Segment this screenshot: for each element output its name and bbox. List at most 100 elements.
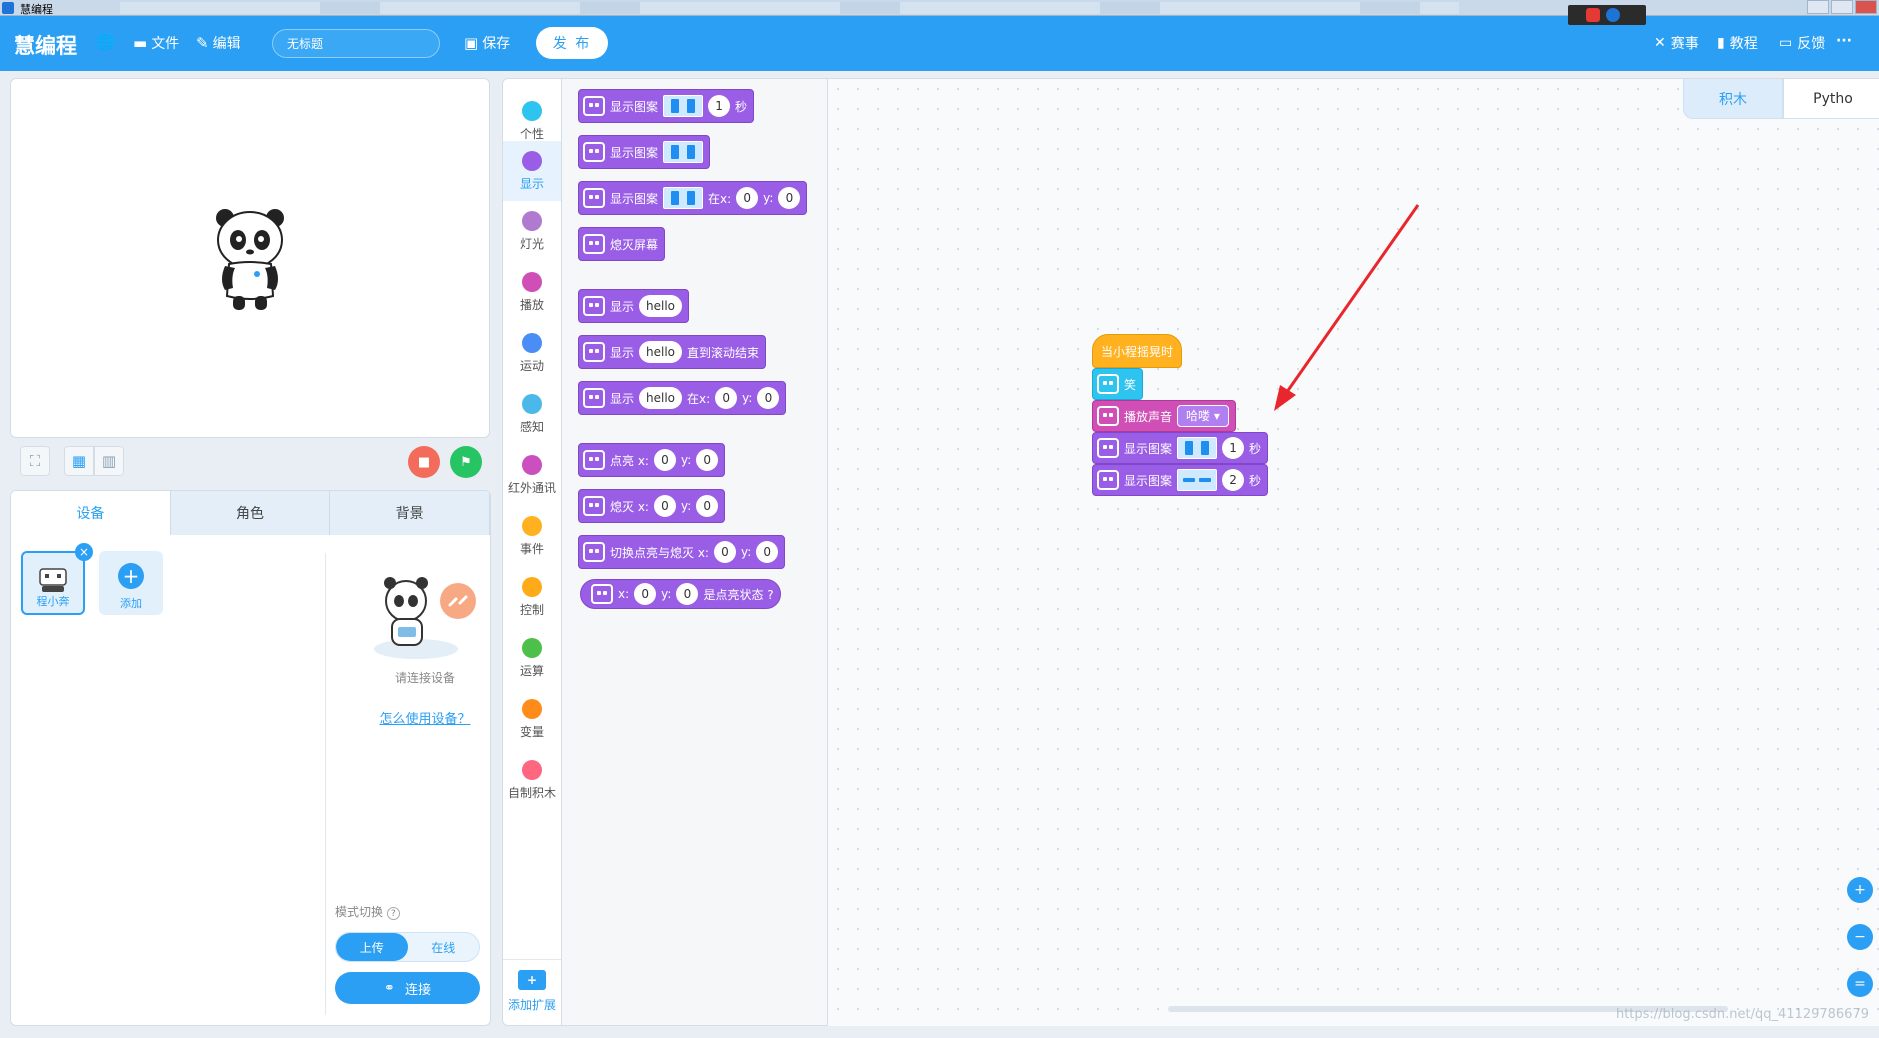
category-dot — [522, 332, 542, 353]
tab-backgrounds[interactable]: 背景 — [330, 491, 490, 535]
zoom-in-icon: + — [1854, 882, 1866, 898]
block-face-smile[interactable]: 笑 — [1092, 368, 1144, 400]
block-show-text-at[interactable]: 显示 hello 在x: 0 y: 0 — [578, 381, 787, 415]
category-variables[interactable]: 变量 — [503, 689, 561, 749]
category-control[interactable]: 控制 — [503, 567, 561, 627]
block-show-image-seconds-1[interactable]: 显示图案 1 秒 — [1092, 432, 1269, 464]
block-pixel-is-lit[interactable]: x: 0 y: 0 是点亮状态 ? — [580, 579, 781, 609]
tab-sprites[interactable]: 角色 — [171, 491, 331, 535]
category-events[interactable]: 事件 — [503, 506, 561, 566]
maximize-button[interactable] — [1831, 0, 1853, 14]
robot-icon — [1097, 438, 1119, 458]
block-show-image[interactable]: 显示图案 — [578, 135, 711, 169]
zoom-reset-button[interactable]: = — [1847, 971, 1873, 997]
add-device-button[interactable]: + 添加 — [99, 551, 163, 615]
led-pattern[interactable] — [663, 187, 704, 209]
small-stage-button[interactable]: ▥ — [94, 446, 124, 476]
ime-toolbar[interactable] — [1568, 5, 1646, 25]
folder-icon: ▬ — [133, 34, 148, 52]
globe-icon: 🌐 — [96, 33, 115, 51]
contest-icon: ✕ — [1654, 35, 1666, 51]
stage-canvas[interactable] — [10, 78, 490, 438]
feedback-link[interactable]: ▭ 反馈 — [1779, 33, 1825, 53]
block-categories: 个性 显示 灯光 播放 运动 感知 红外通讯 事件 控制 运算 变量 自制积木 … — [502, 78, 562, 1026]
close-window-button[interactable] — [1855, 0, 1877, 14]
category-dot — [522, 576, 542, 597]
category-my-blocks[interactable]: 自制积木 — [503, 750, 561, 810]
window-controls — [1807, 0, 1877, 14]
save-icon: ▣ — [464, 34, 479, 52]
fullscreen-button[interactable]: ⛶ — [20, 446, 50, 476]
plus-icon: + — [118, 563, 144, 589]
category-sensing[interactable]: 感知 — [503, 384, 561, 444]
file-menu[interactable]: ▬ 文件 — [133, 33, 179, 53]
zoom-out-button[interactable]: − — [1847, 924, 1873, 950]
block-palette: 显示图案 1 秒 显示图案 显示图案 在x: 0 y: 0 熄灭屏幕 显示 hello 显示 h… — [562, 78, 828, 1026]
wrench-icon: ✎ — [196, 34, 209, 52]
upload-mode-option[interactable]: 上传 — [336, 933, 408, 961]
block-clear-screen[interactable]: 熄灭屏幕 — [578, 227, 666, 261]
large-stage-button[interactable]: ▦ — [64, 446, 94, 476]
sogou-icon[interactable] — [1586, 8, 1600, 22]
script-workspace[interactable]: 积木 Pytho 当小程摇晃时 笑 播放声音 哈喽 ▾ 显示图案 1 秒 显示图案 2 秒… — [828, 78, 1879, 1026]
window-title: 慧编程 — [20, 3, 53, 16]
how-to-use-link[interactable]: 怎么使用设备？ — [350, 708, 490, 727]
category-sound[interactable]: 播放 — [503, 262, 561, 322]
device-card-codey-rocky[interactable]: 程小奔 — [21, 551, 85, 615]
led-pattern[interactable] — [663, 141, 704, 163]
category-display[interactable]: 显示 — [503, 141, 561, 201]
robot-icon — [39, 568, 67, 592]
contest-link[interactable]: ✕ 赛事 — [1654, 33, 1699, 53]
help-icon[interactable] — [1606, 8, 1620, 22]
block-clear-pixel[interactable]: 熄灭 x: 0 y: 0 — [578, 489, 726, 523]
save-button[interactable]: ▣ 保存 — [464, 33, 510, 53]
category-lights[interactable]: 灯光 — [503, 201, 561, 261]
tab-python[interactable]: Pytho — [1783, 79, 1879, 119]
sound-dropdown[interactable]: 哈喽 ▾ — [1177, 405, 1229, 427]
category-motion[interactable]: 运动 — [503, 323, 561, 383]
panda-sprite[interactable] — [211, 204, 291, 314]
tutorial-link[interactable]: ▮ 教程 — [1717, 33, 1758, 53]
panel-divider — [325, 553, 326, 1015]
remove-device-button[interactable]: × — [75, 543, 93, 561]
block-show-text-scroll[interactable]: 显示 hello 直到滚动结束 — [578, 335, 767, 369]
zoom-in-button[interactable]: + — [1847, 877, 1873, 903]
category-dot — [522, 515, 542, 536]
tab-devices[interactable]: 设备 — [11, 491, 171, 535]
block-light-pixel[interactable]: 点亮 x: 0 y: 0 — [578, 443, 726, 477]
publish-button[interactable]: 发 布 — [536, 27, 608, 59]
robot-icon — [583, 542, 605, 562]
block-show-image-seconds-2[interactable]: 显示图案 2 秒 — [1092, 464, 1269, 496]
block-when-shaken[interactable]: 当小程摇晃时 — [1092, 334, 1183, 368]
tab-blocks[interactable]: 积木 — [1683, 79, 1783, 119]
stop-button[interactable]: ■ — [408, 446, 440, 478]
category-operators[interactable]: 运算 — [503, 628, 561, 688]
mode-switch-label: 模式切换 ? — [335, 903, 400, 920]
device-panel: 设备 角色 背景 程小奔 × + 添加 请连接设备 怎么使用设备？ 模式切换 ? — [10, 490, 491, 1026]
more-button[interactable]: ··· — [1836, 33, 1852, 49]
category-dot — [522, 454, 542, 475]
help-circle-icon[interactable]: ? — [386, 907, 400, 920]
online-mode-option[interactable]: 在线 — [408, 933, 480, 961]
add-extension-button[interactable]: + 添加扩展 — [503, 959, 561, 1019]
led-pattern[interactable] — [1177, 437, 1218, 459]
category-dot — [522, 271, 542, 292]
language-button[interactable]: 🌐 — [96, 33, 115, 51]
robot-icon — [583, 96, 605, 116]
block-show-image-at[interactable]: 显示图案 在x: 0 y: 0 — [578, 181, 808, 215]
minimize-button[interactable] — [1807, 0, 1829, 14]
green-flag-button[interactable]: ⚑ — [450, 446, 482, 478]
app-icon — [2, 2, 14, 14]
block-toggle-pixel[interactable]: 切换点亮与熄灭 x: 0 y: 0 — [578, 535, 786, 569]
edit-menu[interactable]: ✎ 编辑 — [196, 33, 241, 53]
robot-icon — [591, 584, 613, 604]
block-show-text[interactable]: 显示 hello — [578, 289, 690, 323]
project-title-input[interactable] — [272, 29, 440, 58]
led-pattern[interactable] — [1177, 469, 1218, 491]
block-play-sound[interactable]: 播放声音 哈喽 ▾ — [1092, 400, 1236, 432]
led-pattern[interactable] — [663, 95, 704, 117]
connect-hint-text: 请连接设备 — [394, 671, 455, 685]
block-show-image-seconds[interactable]: 显示图案 1 秒 — [578, 89, 755, 123]
connect-button[interactable]: ⚭ 连接 — [335, 972, 480, 1004]
category-infrared[interactable]: 红外通讯 — [503, 445, 561, 505]
